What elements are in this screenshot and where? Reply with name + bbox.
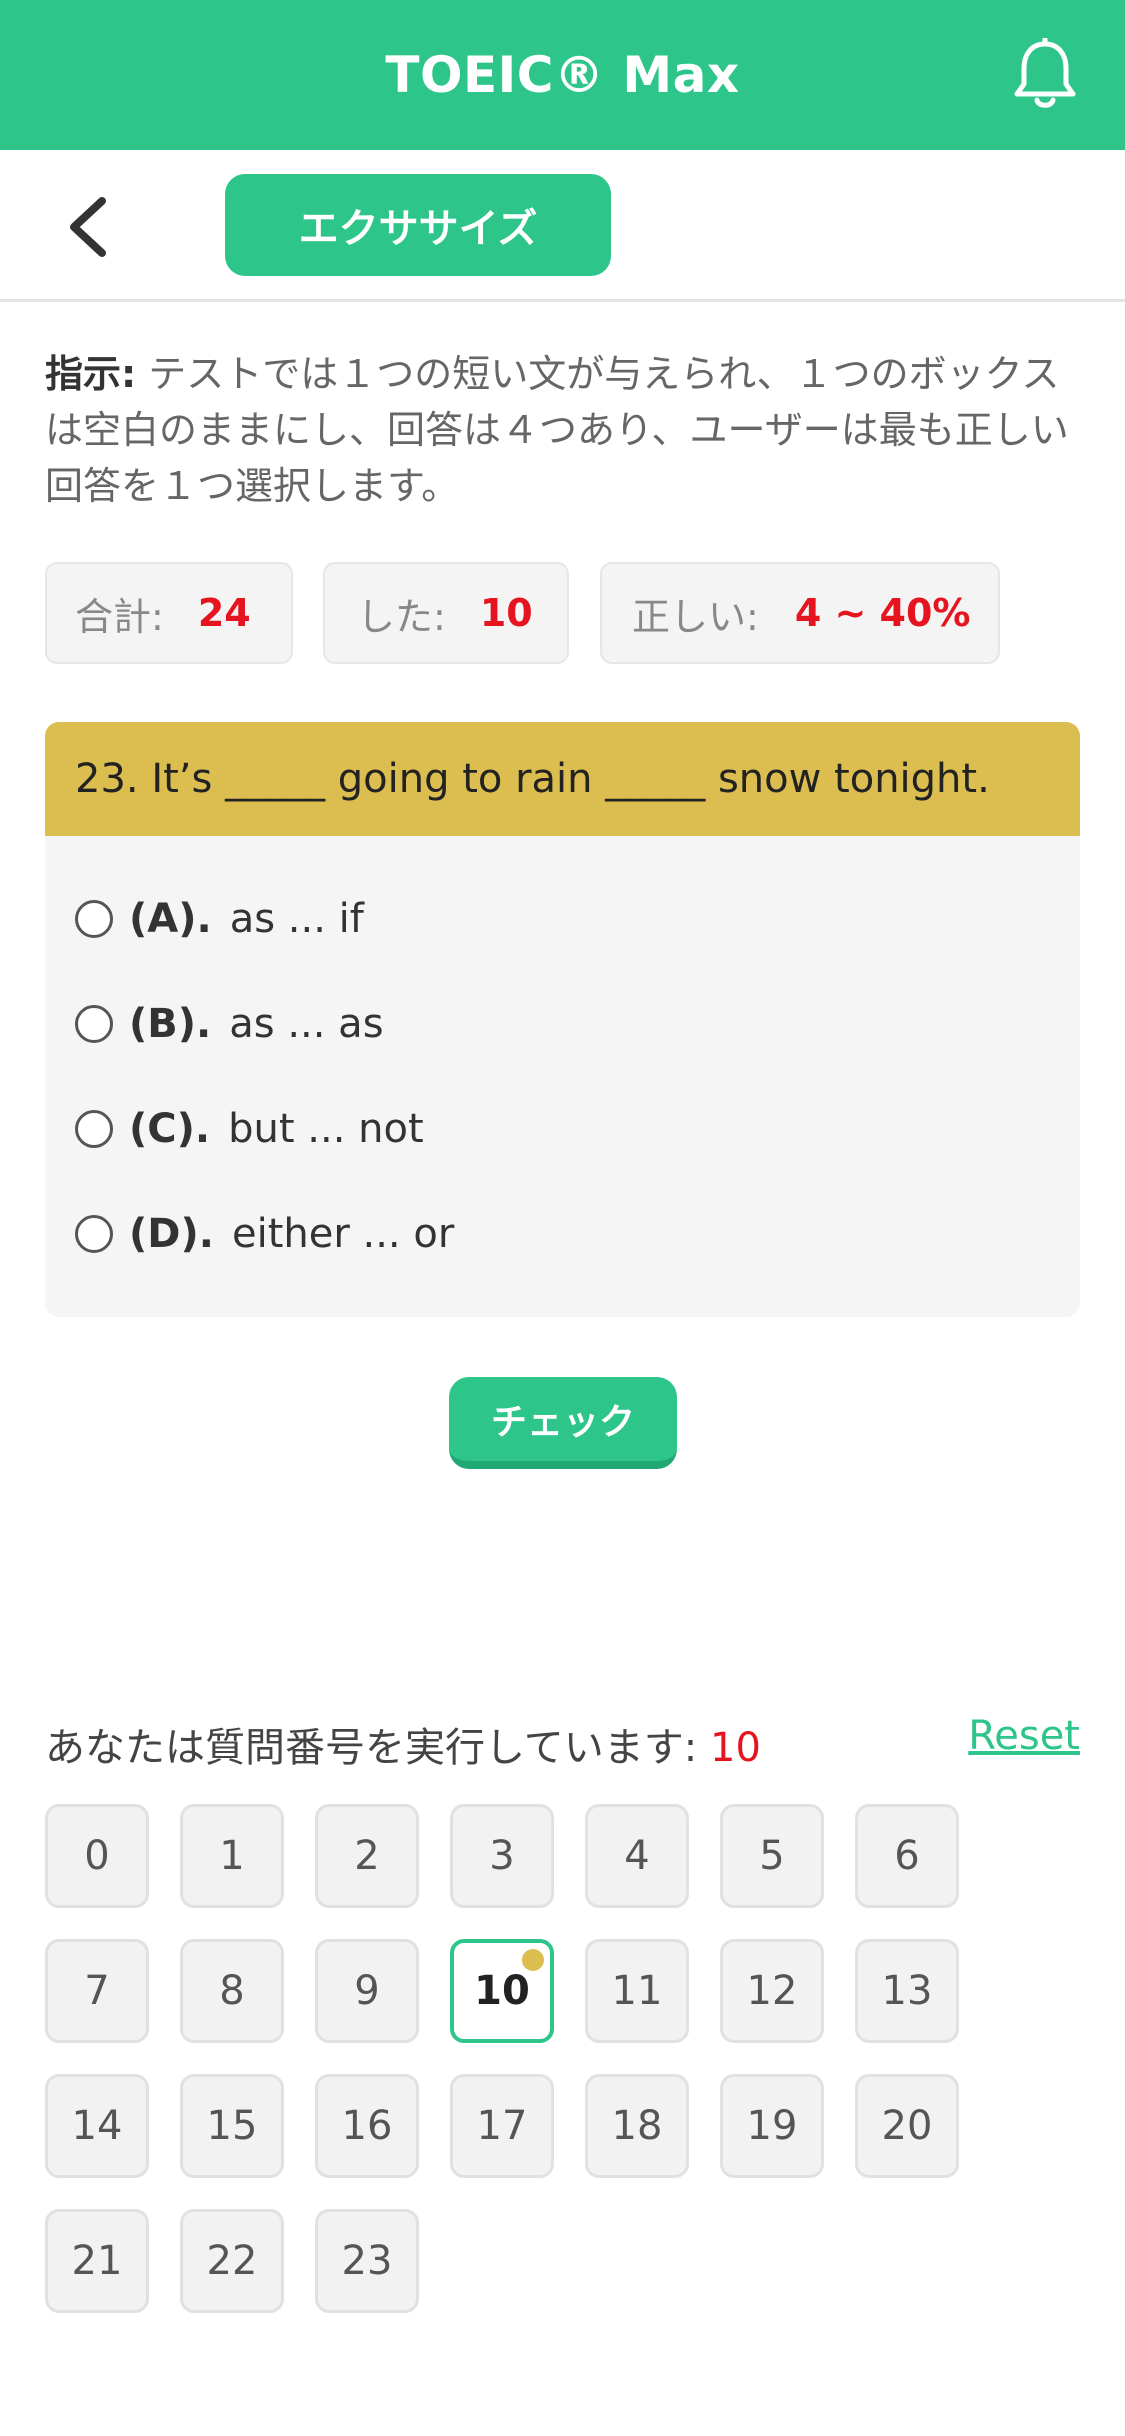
instructions-text: テストでは１つの短い文が与えられ、１つのボックスは空白のままにし、回答は４つあり… [45,352,1069,508]
progress-current: 10 [710,1725,761,1771]
stat-done: した: 10 [323,562,569,664]
question-number-label: 21 [71,2238,123,2284]
question-number-button[interactable]: 1 [180,1804,284,1908]
question-number-label: 23 [341,2238,393,2284]
question-number-button[interactable]: 19 [720,2074,824,2178]
question-number-button[interactable]: 21 [45,2209,149,2313]
option-text: as ... if [229,896,364,942]
question-number-button[interactable]: 20 [855,2074,959,2178]
stat-total: 合計: 24 [45,562,293,664]
question-number-label: 7 [84,1968,110,2014]
question-number-label: 8 [219,1968,245,2014]
question-number-label: 22 [206,2238,258,2284]
question-number-label: 4 [624,1833,650,1879]
question-number-button[interactable]: 7 [45,1939,149,2043]
question-number-label: 10 [474,1968,530,2014]
question-number-label: 17 [476,2103,528,2149]
question-number-label: 9 [354,1968,380,2014]
stat-total-label: 合計: [75,594,164,639]
radio-button[interactable] [75,1110,113,1148]
question-number-label: 14 [71,2103,123,2149]
instructions-label: 指示: [45,352,137,396]
question-number-button[interactable]: 4 [585,1804,689,1908]
option-letter: (D). [129,1211,214,1257]
stat-total-value: 24 [197,591,251,635]
stat-correct: 正しい: 4 ~ 40% [600,562,1000,664]
question-number-label: 19 [746,2103,798,2149]
question-number-label: 1 [219,1833,245,1879]
sub-navigation: エクササイズ [0,150,1125,302]
option-letter: (C). [129,1106,211,1152]
question-number-button[interactable]: 22 [180,2209,284,2313]
question-number-button[interactable]: 23 [315,2209,419,2313]
option-b[interactable]: (B). as ... as [75,994,384,1054]
option-text: as ... as [229,1001,384,1047]
question-number-label: 20 [881,2103,933,2149]
question-number-label: 13 [881,1968,933,2014]
question-card: 23. It’s _____ going to rain _____ snow … [45,722,1080,1317]
progress-label: あなたは質問番号を実行しています: [45,1725,698,1771]
question-number-label: 15 [206,2103,258,2149]
option-c[interactable]: (C). but ... not [75,1099,424,1159]
option-letter: (B). [129,1001,212,1047]
question-number-button[interactable]: 6 [855,1804,959,1908]
question-number-label: 5 [759,1833,785,1879]
question-number-button[interactable]: 3 [450,1804,554,1908]
stat-done-label: した: [357,594,446,639]
question-number-grid: 0 1 2 3 4 5 6 7 8 9 10 11 12 13 14 15 16 17 18 19 20 21 22 23 [45,1804,1080,2314]
stat-correct-label: 正しい: [632,594,759,639]
app-title: TOEIC® Max [385,46,740,104]
option-d[interactable]: (D). either ... or [75,1204,454,1264]
question-number-button[interactable]: 10 [450,1939,554,2043]
question-number-button[interactable]: 15 [180,2074,284,2178]
chevron-left-icon[interactable] [62,195,118,259]
question-number-button[interactable]: 2 [315,1804,419,1908]
question-number-label: 6 [894,1833,920,1879]
question-number-label: 16 [341,2103,393,2149]
question-number-label: 12 [746,1968,798,2014]
question-number-button[interactable]: 12 [720,1939,824,2043]
question-number-button[interactable]: 16 [315,2074,419,2178]
question-number-button[interactable]: 9 [315,1939,419,2043]
option-text: but ... not [228,1106,424,1152]
question-number-button[interactable]: 17 [450,2074,554,2178]
instructions: 指示: テストでは１つの短い文が与えられ、１つのボックスは空白のままにし、回答は… [45,346,1080,514]
question-number-button[interactable]: 0 [45,1804,149,1908]
radio-button[interactable] [75,1005,113,1043]
option-text: either ... or [231,1211,455,1257]
question-text: 23. It’s _____ going to rain _____ snow … [45,722,1080,836]
stat-correct-value: 4 ~ 40% [794,591,971,635]
reset-link[interactable]: Reset [968,1713,1080,1759]
radio-button[interactable] [75,900,113,938]
question-number-button[interactable]: 13 [855,1939,959,2043]
question-number-button[interactable]: 11 [585,1939,689,2043]
check-button[interactable]: チェック [449,1377,677,1469]
current-indicator-dot [522,1949,544,1971]
radio-button[interactable] [75,1215,113,1253]
question-number-label: 18 [611,2103,663,2149]
progress-status: あなたは質問番号を実行しています: 10 [45,1715,761,1773]
tab-exercise[interactable]: エクササイズ [225,174,611,276]
option-letter: (A). [129,896,212,942]
question-number-label: 11 [611,1968,663,2014]
question-number-label: 2 [354,1833,380,1879]
question-number-button[interactable]: 18 [585,2074,689,2178]
question-number-button[interactable]: 8 [180,1939,284,2043]
question-number-button[interactable]: 14 [45,2074,149,2178]
option-a[interactable]: (A). as ... if [75,889,364,949]
bell-icon[interactable] [1011,38,1079,112]
question-number-label: 0 [84,1833,110,1879]
question-number-label: 3 [489,1833,515,1879]
question-number-button[interactable]: 5 [720,1804,824,1908]
stat-done-value: 10 [479,591,533,635]
app-header: TOEIC® Max [0,0,1125,150]
